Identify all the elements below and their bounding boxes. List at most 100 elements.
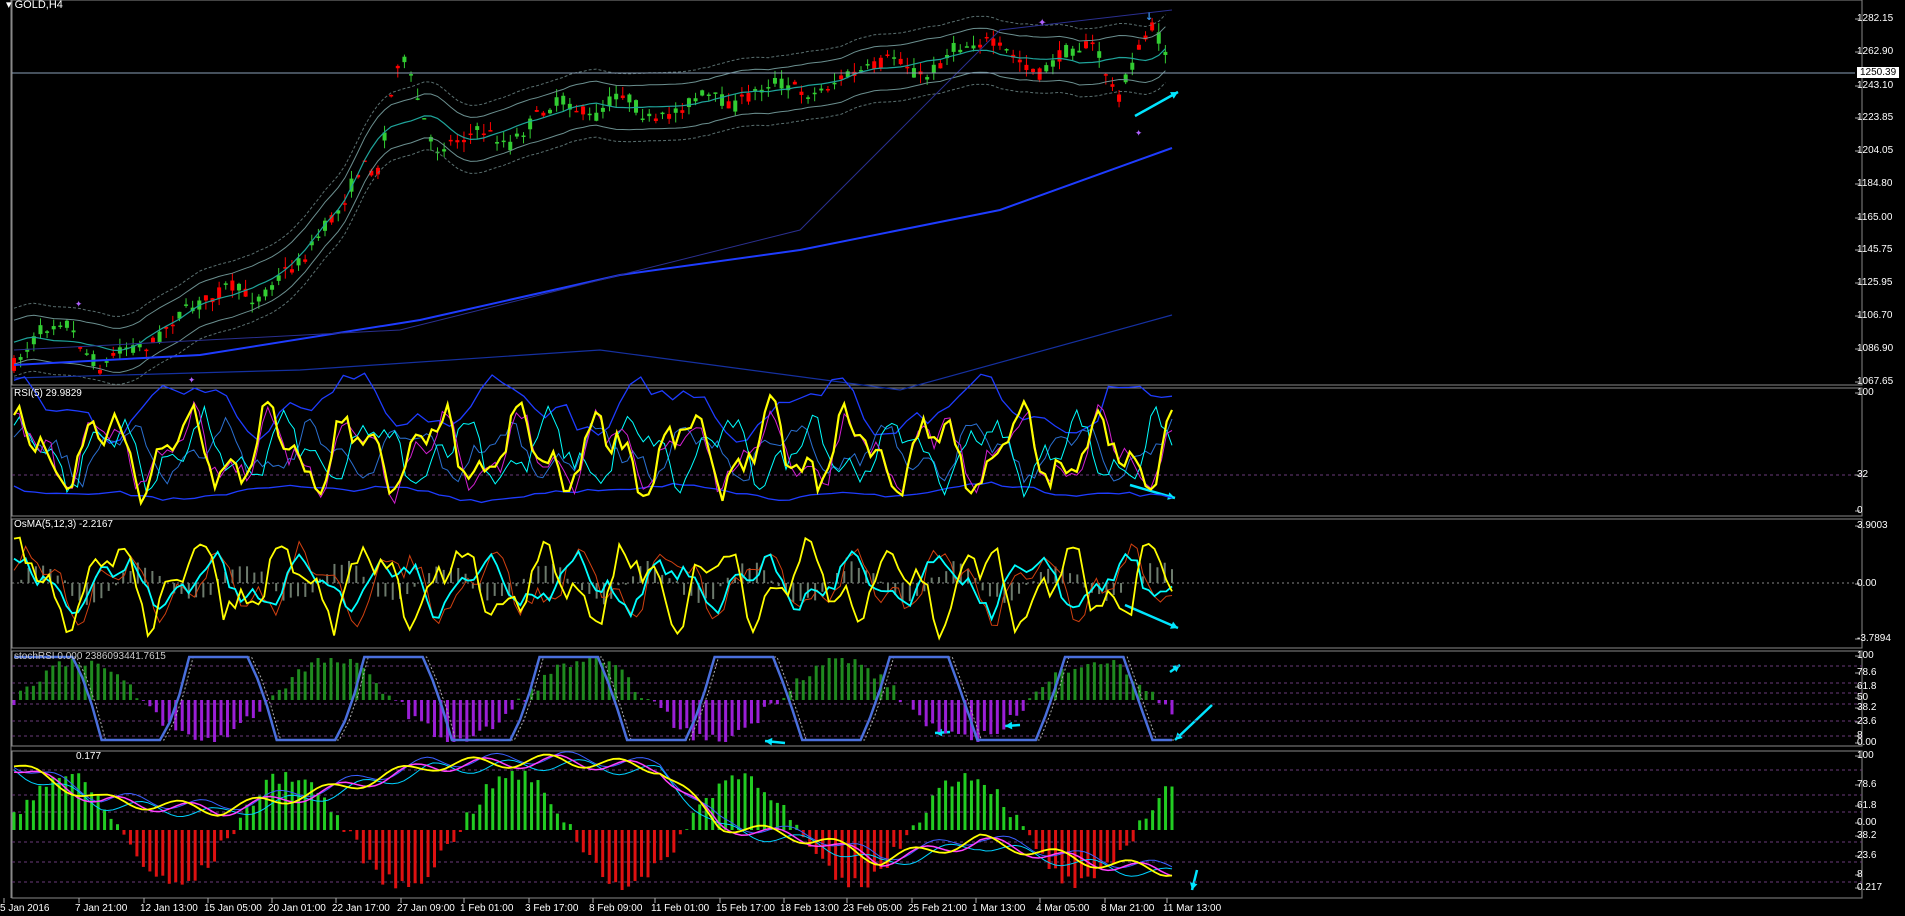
- candle-body: [1064, 45, 1069, 58]
- price-axis-tick: 23.6: [1857, 850, 1877, 861]
- candle-body: [653, 118, 658, 122]
- candle-body: [581, 106, 586, 115]
- time-axis-tick: 15 Jan 05:00: [204, 903, 262, 914]
- candle-body: [203, 295, 208, 301]
- candle-body: [925, 77, 930, 80]
- price-axis-tick: 0.00: [1857, 737, 1877, 748]
- candle-body: [720, 94, 725, 106]
- fractal-up-icon: ✦: [1038, 14, 1047, 30]
- time-axis-tick: 25 Feb 21:00: [908, 903, 967, 914]
- candle-body: [389, 94, 394, 97]
- candle-body: [402, 56, 407, 63]
- price-axis-tick: 61.8: [1857, 681, 1877, 692]
- candle-body: [468, 133, 473, 136]
- candle-body: [1090, 42, 1095, 45]
- arrow-down-icon: ↓: [1145, 8, 1153, 24]
- long-ma-line: [13, 147, 1173, 366]
- candle-body: [1050, 60, 1055, 67]
- candle-body: [865, 64, 870, 66]
- time-axis-tick: 7 Jan 21:00: [75, 903, 128, 914]
- candle-body: [892, 57, 897, 59]
- candle-body: [508, 141, 513, 151]
- candle-body: [1044, 65, 1049, 72]
- candle-body: [554, 97, 559, 106]
- price-axis-tick: 100: [1857, 750, 1874, 761]
- price-axis-tick: 78.6: [1857, 779, 1877, 790]
- stoch-arrow-small-head: [765, 737, 773, 746]
- candle-body: [223, 283, 228, 285]
- price-axis-tick: 1125.95: [1857, 277, 1893, 288]
- candle-body: [673, 108, 678, 113]
- chart-canvas[interactable]: ✦ ↓ ✦ ✦ ✦: [0, 0, 1905, 916]
- price-axis-tick: 1165.00: [1857, 212, 1893, 223]
- time-axis-tick: 15 Feb 17:00: [716, 903, 775, 914]
- candle-body: [541, 112, 546, 116]
- candle-body: [647, 113, 652, 117]
- candle-body: [872, 61, 877, 69]
- price-axis-tick: 0: [1857, 505, 1863, 516]
- price-axis-tick: 8: [1857, 869, 1863, 880]
- candle-body: [415, 98, 420, 100]
- candle-body: [726, 101, 731, 109]
- trend-arrow-up: [1134, 90, 1179, 118]
- long-ma-upper-line: [13, 9, 1173, 351]
- price-axis-tick: 100: [1857, 650, 1874, 661]
- candle-body: [951, 42, 956, 52]
- time-axis-tick: 11 Feb 01:00: [651, 903, 710, 914]
- price-axis-tick: 1223.85: [1857, 112, 1894, 123]
- band-outer-upper-line: [13, 14, 1166, 317]
- candle-body: [1123, 74, 1128, 83]
- candle-body: [547, 109, 552, 114]
- candle-body: [342, 203, 347, 205]
- price-axis-tick: 23.6: [1857, 716, 1877, 727]
- candle-body: [422, 118, 427, 120]
- fractal-down-icon: ✦: [188, 372, 195, 386]
- candle-body: [634, 100, 639, 113]
- candle-body: [488, 130, 493, 132]
- candle-body: [303, 259, 308, 262]
- candle-body: [1017, 59, 1022, 63]
- candle-body: [620, 95, 625, 99]
- candle-body: [256, 296, 261, 302]
- price-axis-tick: 0.00: [1857, 817, 1877, 828]
- candle-body: [766, 87, 771, 89]
- band-outer-lower-line: [13, 82, 1166, 385]
- price-axis-tick: 1243.10: [1857, 80, 1894, 91]
- candle-body: [574, 110, 579, 113]
- candle-body: [686, 98, 691, 108]
- time-axis-tick: 20 Jan 01:00: [268, 903, 326, 914]
- triangle-down-icon[interactable]: ▾: [6, 0, 12, 11]
- candle-body: [170, 324, 175, 327]
- osma-panel-label: OsMA(5,12,3) -2.2167: [14, 519, 113, 530]
- candle-body: [713, 92, 718, 94]
- bottom-panel-label: 0.177: [76, 751, 102, 762]
- candle-body: [270, 285, 275, 290]
- panel-frame: [11, 0, 1863, 386]
- candle-body: [878, 57, 883, 69]
- candle-body: [1097, 51, 1102, 58]
- candle-body: [667, 114, 672, 119]
- candle-body: [806, 97, 811, 99]
- candle-body: [819, 88, 824, 91]
- time-axis-tick: 22 Jan 17:00: [332, 903, 390, 914]
- candle-body: [799, 91, 804, 95]
- candle-body: [104, 361, 109, 363]
- candle-body: [409, 74, 414, 76]
- candle-body: [455, 140, 460, 143]
- candle-body: [150, 337, 155, 343]
- candle-body: [296, 258, 301, 266]
- candle-body: [1070, 48, 1075, 56]
- price-axis-tick: 32: [1857, 469, 1869, 480]
- candle-body: [276, 275, 281, 281]
- candle-body: [905, 66, 910, 69]
- candle-body: [495, 142, 500, 144]
- price-axis-tick: 100: [1857, 387, 1874, 398]
- candle-body: [217, 287, 222, 299]
- osma-signal-line: [13, 549, 1173, 622]
- candle-body: [289, 269, 294, 273]
- price-axis-tick: 1145.75: [1857, 244, 1893, 255]
- current-price-badge: 1250.39: [1857, 67, 1900, 78]
- candle-body: [938, 63, 943, 69]
- candle-body: [739, 94, 744, 97]
- panel-frame: [11, 387, 1863, 517]
